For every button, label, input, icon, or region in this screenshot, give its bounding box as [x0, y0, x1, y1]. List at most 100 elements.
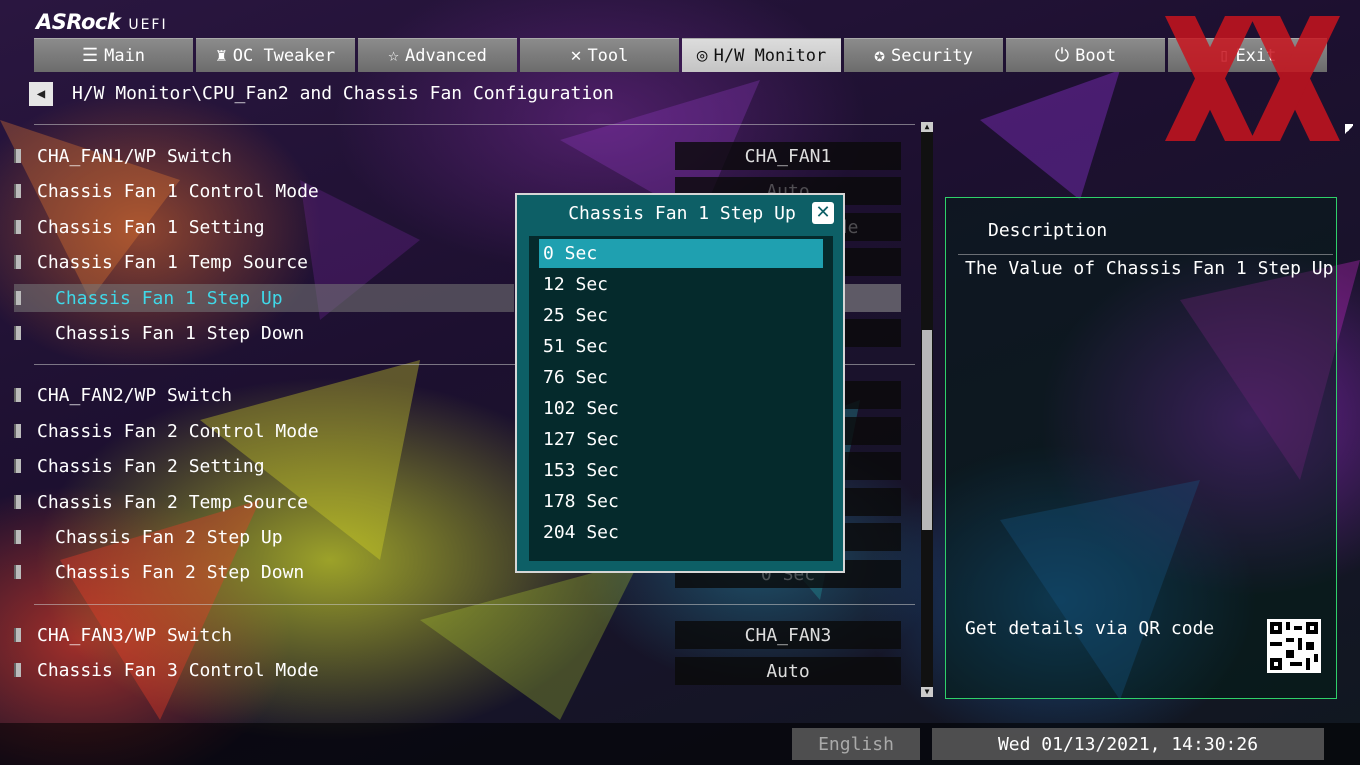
option-25-sec[interactable]: 25 Sec: [539, 301, 823, 330]
setting-label: Chassis Fan 1 Setting: [37, 216, 265, 238]
tab-security[interactable]: ✪ Security: [844, 38, 1003, 72]
brand-name: ASRock: [36, 10, 121, 34]
setting-row-fan1-step-down[interactable]: Chassis Fan 1 Step Down: [14, 319, 304, 347]
row-marker: [14, 326, 21, 340]
row-marker: [14, 291, 21, 305]
tab-main[interactable]: ☰ Main: [34, 38, 193, 72]
step-up-selection-popup: Chassis Fan 1 Step Up ✕ 0 Sec 12 Sec 25 …: [515, 193, 845, 573]
setting-row-fan1-step-up[interactable]: Chassis Fan 1 Step Up: [14, 284, 514, 312]
row-marker: [14, 495, 21, 509]
main-tab-bar: ☰ Main ♜ OC Tweaker ☆ Advanced ✕ Tool ◎ H/W M…: [34, 38, 1330, 72]
row-marker: [14, 628, 21, 642]
setting-label: Chassis Fan 2 Setting: [37, 455, 265, 477]
option-102-sec[interactable]: 102 Sec: [539, 394, 823, 423]
divider: [34, 124, 915, 125]
divider: [34, 604, 915, 605]
setting-label: Chassis Fan 1 Step Up: [55, 287, 283, 309]
asrock-logo: ASRock UEFI: [36, 10, 168, 34]
shield-icon: ✪: [874, 45, 885, 66]
setting-label: Chassis Fan 2 Step Up: [55, 526, 283, 548]
popup-option-list: 0 Sec 12 Sec 25 Sec 51 Sec 76 Sec 102 Se…: [529, 236, 833, 561]
scrollbar-thumb[interactable]: [922, 330, 932, 530]
monitor-icon: ◎: [696, 45, 708, 66]
setting-row-fan2-temp-source[interactable]: Chassis Fan 2 Temp Source: [14, 488, 308, 516]
tab-label: Security: [890, 45, 973, 66]
option-0-sec[interactable]: 0 Sec: [539, 239, 823, 268]
setting-label: Chassis Fan 1 Step Down: [55, 322, 305, 344]
wrench-icon: ✕: [570, 45, 582, 66]
setting-label: CHA_FAN1/WP Switch: [37, 145, 233, 167]
breadcrumb: H/W Monitor\CPU_Fan2 and Chassis Fan Con…: [72, 83, 614, 104]
setting-label: Chassis Fan 1 Control Mode: [37, 180, 319, 202]
row-marker: [14, 663, 21, 677]
row-marker: [14, 184, 21, 198]
setting-row-fan2-control-mode[interactable]: Chassis Fan 2 Control Mode: [14, 417, 319, 445]
setting-row-fan1-temp-source[interactable]: Chassis Fan 1 Temp Source: [14, 248, 308, 276]
row-marker: [14, 565, 21, 579]
star-icon: ☆: [388, 45, 399, 66]
popup-title: Chassis Fan 1 Step Up: [568, 203, 796, 224]
row-marker: [14, 255, 21, 269]
list-icon: ☰: [81, 45, 99, 66]
setting-label: CHA_FAN2/WP Switch: [37, 384, 233, 406]
power-icon: ⏻: [1054, 45, 1070, 66]
row-marker: [14, 459, 21, 473]
tab-exit[interactable]: ▯ Exit: [1168, 38, 1327, 72]
row-marker: [14, 388, 21, 402]
scroll-down-icon[interactable]: ▼: [921, 687, 933, 697]
qr-caption: Get details via QR code: [965, 618, 1215, 639]
value-cha-fan3-switch[interactable]: CHA_FAN3: [675, 621, 901, 649]
option-204-sec[interactable]: 204 Sec: [539, 518, 823, 547]
rocket-icon: ♜: [215, 45, 227, 66]
datetime-display: Wed 01/13/2021, 14:30:26: [932, 728, 1324, 760]
tab-label: OC Tweaker: [232, 45, 336, 66]
back-button[interactable]: ◀: [29, 82, 53, 106]
tab-boot[interactable]: ⏻ Boot: [1006, 38, 1165, 72]
tab-oc-tweaker[interactable]: ♜ OC Tweaker: [196, 38, 355, 72]
setting-row-fan3-control-mode[interactable]: Chassis Fan 3 Control Mode: [14, 656, 319, 684]
row-marker: [14, 424, 21, 438]
row-marker: [14, 220, 21, 234]
value-cha-fan1-switch[interactable]: CHA_FAN1: [675, 142, 901, 170]
tab-advanced[interactable]: ☆ Advanced: [358, 38, 517, 72]
setting-row-cha-fan3-switch[interactable]: CHA_FAN3/WP Switch: [14, 621, 232, 649]
settings-scrollbar[interactable]: ▲ ▼: [921, 122, 933, 697]
description-panel: Description The Value of Chassis Fan 1 S…: [945, 197, 1337, 699]
option-76-sec[interactable]: 76 Sec: [539, 363, 823, 392]
option-12-sec[interactable]: 12 Sec: [539, 270, 823, 299]
setting-label: Chassis Fan 2 Step Down: [55, 561, 305, 583]
tab-label: Exit: [1235, 45, 1277, 66]
value-fan3-control-mode[interactable]: Auto: [675, 657, 901, 685]
row-marker: [14, 530, 21, 544]
tab-hw-monitor[interactable]: ◎ H/W Monitor: [682, 38, 841, 72]
close-icon[interactable]: ✕: [812, 202, 834, 224]
setting-row-fan2-setting[interactable]: Chassis Fan 2 Setting: [14, 452, 265, 480]
brand-sub: UEFI: [128, 17, 168, 33]
language-button[interactable]: English: [792, 728, 920, 760]
tab-label: Advanced: [404, 45, 487, 66]
setting-label: Chassis Fan 2 Temp Source: [37, 491, 308, 513]
option-51-sec[interactable]: 51 Sec: [539, 332, 823, 361]
setting-row-fan2-step-down[interactable]: Chassis Fan 2 Step Down: [14, 558, 304, 586]
tab-label: Main: [104, 45, 146, 66]
description-divider: [958, 254, 1333, 255]
tab-tool[interactable]: ✕ Tool: [520, 38, 679, 72]
setting-label: CHA_FAN3/WP Switch: [37, 624, 233, 646]
scroll-up-icon[interactable]: ▲: [921, 122, 933, 132]
exit-icon: ▯: [1218, 45, 1230, 66]
setting-row-fan2-step-up[interactable]: Chassis Fan 2 Step Up: [14, 523, 283, 551]
option-153-sec[interactable]: 153 Sec: [539, 456, 823, 485]
description-text: The Value of Chassis Fan 1 Step Up: [965, 258, 1334, 279]
option-178-sec[interactable]: 178 Sec: [539, 487, 823, 516]
description-title: Description: [988, 220, 1108, 241]
tab-label: Tool: [587, 45, 629, 66]
setting-row-cha-fan2-switch[interactable]: CHA_FAN2/WP Switch: [14, 381, 232, 409]
setting-row-fan1-control-mode[interactable]: Chassis Fan 1 Control Mode: [14, 177, 319, 205]
setting-row-cha-fan1-switch[interactable]: CHA_FAN1/WP Switch: [14, 142, 232, 170]
setting-label: Chassis Fan 2 Control Mode: [37, 420, 319, 442]
mouse-cursor-icon: [1345, 124, 1353, 136]
tab-label: H/W Monitor: [713, 45, 827, 66]
qr-code-icon[interactable]: [1267, 619, 1321, 673]
option-127-sec[interactable]: 127 Sec: [539, 425, 823, 454]
setting-row-fan1-setting[interactable]: Chassis Fan 1 Setting: [14, 213, 265, 241]
